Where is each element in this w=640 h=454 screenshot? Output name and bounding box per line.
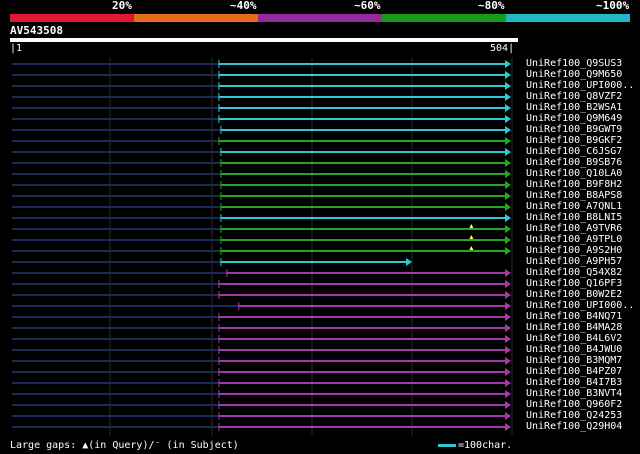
hit-arrow-head: [505, 115, 511, 123]
hit-label[interactable]: UniRef100_B4PZ07: [526, 366, 622, 377]
hit-label[interactable]: UniRef100_Q9M650: [526, 69, 622, 80]
hit-arrow-head: [505, 60, 511, 68]
hit-arrow-head: [505, 357, 511, 365]
hit-label[interactable]: UniRef100_B4JWU0: [526, 344, 622, 355]
hit-arrow-head: [505, 181, 511, 189]
hit-label[interactable]: UniRef100_B9GWT9: [526, 124, 622, 135]
hit-arrow-head: [505, 214, 511, 222]
hit-label[interactable]: UniRef100_B2WSA1: [526, 102, 622, 113]
hit-arrow-head: [505, 71, 511, 79]
hit-label[interactable]: UniRef100_B9SB76: [526, 157, 622, 168]
hit-label[interactable]: UniRef100_Q9SUS3: [526, 58, 622, 69]
hit-label[interactable]: UniRef100_Q29H04: [526, 421, 622, 432]
hit-arrow-head: [505, 137, 511, 145]
large-gaps-legend: Large gaps: ▲(in Query)/⁻ (in Subject): [10, 440, 239, 451]
hit-arrow-head: [505, 247, 511, 255]
query-gap-marker: [469, 224, 474, 228]
hit-label[interactable]: UniRef100_C6JSG7: [526, 146, 622, 157]
query-gap-marker: [469, 235, 474, 239]
hit-label[interactable]: UniRef100_B0W2E2: [526, 289, 622, 300]
hit-arrow-head: [505, 335, 511, 343]
query-gap-marker: [469, 246, 474, 250]
hit-arrow-head: [505, 291, 511, 299]
hit-label[interactable]: UniRef100_B8APS8: [526, 190, 622, 201]
hit-label[interactable]: UniRef100_A7QNL1: [526, 201, 622, 212]
hit-label[interactable]: UniRef100_Q24253: [526, 410, 622, 421]
hit-arrow-head: [505, 423, 511, 431]
hit-label[interactable]: UniRef100_Q16PF3: [526, 278, 622, 289]
hit-label[interactable]: UniRef100_B3NVT4: [526, 388, 622, 399]
hit-arrow-head: [505, 170, 511, 178]
hit-label[interactable]: UniRef100_B4L6V2: [526, 333, 622, 344]
hit-arrow-head: [505, 159, 511, 167]
hit-label[interactable]: UniRef100_Q8VZF2: [526, 91, 622, 102]
hit-label[interactable]: UniRef100_A9PH57: [526, 256, 622, 267]
hit-arrow-head: [505, 280, 511, 288]
hit-arrow-head: [505, 412, 511, 420]
hit-arrow-head: [505, 269, 511, 277]
hit-arrow-head: [505, 313, 511, 321]
hit-arrow-head: [505, 368, 511, 376]
hit-label[interactable]: UniRef100_B8LNI5: [526, 212, 622, 223]
hit-arrow-head: [505, 82, 511, 90]
hit-arrow-head: [505, 225, 511, 233]
hit-label[interactable]: UniRef100_Q10LA0: [526, 168, 622, 179]
hit-label[interactable]: UniRef100_A9S2H0: [526, 245, 622, 256]
hit-arrow-head: [505, 192, 511, 200]
hit-label[interactable]: UniRef100_UPI000..: [526, 80, 634, 91]
hit-label[interactable]: UniRef100_B4MA28: [526, 322, 622, 333]
hit-label[interactable]: UniRef100_A9TVR6: [526, 223, 622, 234]
scale-label: =100char.: [458, 440, 513, 451]
hit-arrow-head: [505, 93, 511, 101]
hit-label[interactable]: UniRef100_B9F8H2: [526, 179, 622, 190]
scale-swatch: [438, 444, 456, 447]
hit-label[interactable]: UniRef100_B4I7B3: [526, 377, 622, 388]
hit-arrow-head: [505, 390, 511, 398]
hit-label[interactable]: UniRef100_Q54X82: [526, 267, 622, 278]
hit-arrow-head: [505, 203, 511, 211]
hit-label[interactable]: UniRef100_A9TPL0: [526, 234, 622, 245]
hit-label[interactable]: UniRef100_B3MQM7: [526, 355, 622, 366]
hit-arrow-head: [505, 324, 511, 332]
hit-arrow-head: [505, 346, 511, 354]
hit-arrow-head: [505, 148, 511, 156]
hit-label[interactable]: UniRef100_UPI000..: [526, 300, 634, 311]
hit-arrow-head: [505, 401, 511, 409]
hit-arrow-head: [505, 126, 511, 134]
hit-label[interactable]: UniRef100_Q9M649: [526, 113, 622, 124]
hit-label[interactable]: UniRef100_B4NQ71: [526, 311, 622, 322]
hit-arrow-head: [505, 104, 511, 112]
hit-label[interactable]: UniRef100_Q960F2: [526, 399, 622, 410]
hit-label[interactable]: UniRef100_B9GKF2: [526, 135, 622, 146]
hit-arrow-head: [505, 379, 511, 387]
hit-arrow-head: [405, 258, 412, 266]
hit-arrow-head: [505, 236, 511, 244]
hit-arrow-head: [505, 302, 511, 310]
